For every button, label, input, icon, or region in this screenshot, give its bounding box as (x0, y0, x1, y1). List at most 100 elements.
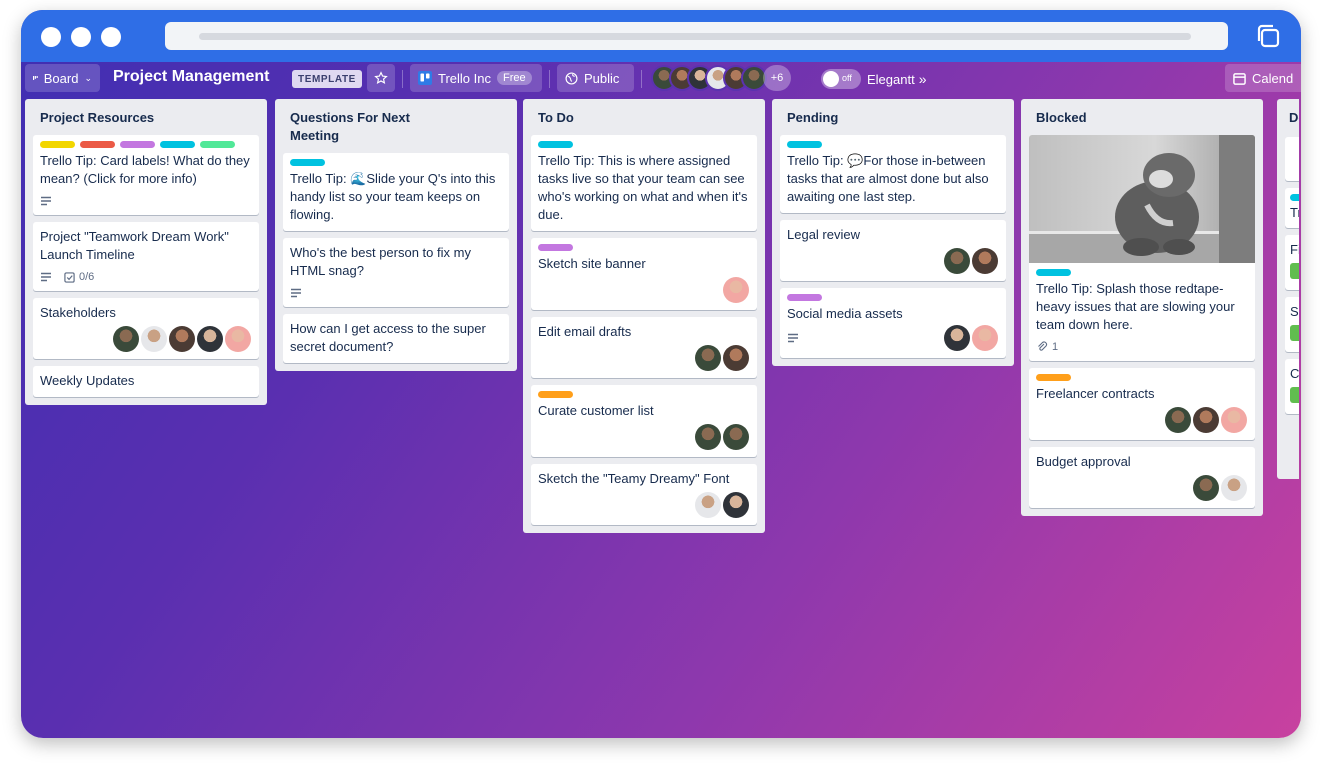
label-red[interactable] (80, 141, 115, 148)
card-legal-review[interactable]: Legal review (780, 220, 1006, 281)
card-secret-document[interactable]: How can I get access to the super secret… (283, 314, 509, 363)
member-avatar[interactable] (113, 326, 139, 352)
member-avatar[interactable] (723, 345, 749, 371)
card-edit-email-drafts[interactable]: Edit email drafts (531, 317, 757, 378)
card-html-snag[interactable]: Who's the best person to fix my HTML sna… (283, 238, 509, 307)
label-sky[interactable] (538, 141, 573, 148)
visibility-button[interactable]: Public (557, 64, 634, 92)
list-pending: Pending Trello Tip: 💬For those in-betwee… (772, 99, 1014, 366)
card-launch-timeline[interactable]: Project "Teamwork Dream Work" Launch Tim… (33, 222, 259, 291)
card-title: Trello Tip: Splash those redtape-heavy i… (1036, 281, 1235, 332)
calendar-icon (1233, 72, 1246, 85)
card-title: Trello Tip: 🌊Slide your Q's into this ha… (290, 171, 496, 222)
card-title: Social media assets (787, 306, 903, 321)
member-avatar[interactable] (1165, 407, 1191, 433)
checklist-count: 0/6 (79, 271, 95, 283)
card-members (1036, 407, 1247, 433)
member-avatar[interactable] (197, 326, 223, 352)
label-sky[interactable] (160, 141, 195, 148)
list-title[interactable]: Pending (780, 105, 1006, 135)
card-sketch-font[interactable]: Sketch the "Teamy Dreamy" Font (531, 464, 757, 525)
window-close-dot[interactable] (41, 27, 61, 47)
card-badges (290, 286, 501, 300)
description-icon (788, 333, 798, 343)
star-board-button[interactable] (367, 64, 395, 92)
card-clipped[interactable]: Tre For tea (1285, 188, 1299, 228)
calendar-button[interactable]: Calend (1225, 64, 1301, 92)
label-orange[interactable] (1036, 374, 1071, 381)
card-budget-approval[interactable]: Budget approval (1029, 447, 1255, 508)
card-sketch-site-banner[interactable]: Sketch site banner (531, 238, 757, 310)
card-clipped[interactable] (1285, 137, 1299, 181)
elegantt-toggle[interactable]: off (821, 69, 861, 89)
address-bar[interactable] (165, 22, 1228, 50)
label-sky[interactable] (290, 159, 325, 166)
list-title[interactable]: Questions For Next Meeting (283, 105, 423, 153)
member-avatar[interactable] (1193, 475, 1219, 501)
list-title[interactable]: Project Resources (33, 105, 259, 135)
card-title: Freelancer contracts (1036, 386, 1155, 401)
card-clipped[interactable]: Ca (1285, 359, 1299, 414)
window-minimize-dot[interactable] (71, 27, 91, 47)
paperclip-icon (1038, 341, 1048, 351)
member-avatar[interactable] (723, 424, 749, 450)
member-avatar[interactable] (972, 325, 998, 351)
label-sky[interactable] (1036, 269, 1071, 276)
member-avatar[interactable] (723, 492, 749, 518)
label-sky[interactable] (787, 141, 822, 148)
card-clipped[interactable]: Fin Dre (1285, 235, 1299, 290)
member-avatar[interactable] (972, 248, 998, 274)
member-avatar[interactable] (1221, 407, 1247, 433)
label-purple[interactable] (538, 244, 573, 251)
card-curate-customer-list[interactable]: Curate customer list (531, 385, 757, 457)
member-avatar[interactable] (695, 492, 721, 518)
label-purple[interactable] (120, 141, 155, 148)
card-labels (1036, 374, 1247, 381)
more-members-button[interactable]: +6 (763, 65, 791, 91)
card-social-media-assets[interactable]: Social media assets (780, 288, 1006, 358)
label-lime[interactable] (200, 141, 235, 148)
member-avatar[interactable] (225, 326, 251, 352)
card-freelancer-contracts[interactable]: Freelancer contracts (1029, 368, 1255, 440)
card-title: Legal review (787, 227, 860, 242)
member-avatar[interactable] (141, 326, 167, 352)
member-avatar[interactable] (169, 326, 195, 352)
card-weekly-updates[interactable]: Weekly Updates (33, 366, 259, 397)
member-avatar[interactable] (695, 345, 721, 371)
elegantt-powerup[interactable]: off Elegantt » (821, 66, 927, 92)
board-title[interactable]: Project Management (113, 68, 269, 86)
member-avatar[interactable] (1193, 407, 1219, 433)
tabs-icon[interactable] (1255, 23, 1281, 49)
label-purple[interactable] (787, 294, 822, 301)
card-badges: 0/6 (40, 270, 251, 284)
board-icon (33, 76, 38, 80)
label-orange[interactable] (538, 391, 573, 398)
member-avatar[interactable] (1221, 475, 1247, 501)
card-redtape-tip[interactable]: Trello Tip: Splash those redtape-heavy i… (1029, 135, 1255, 361)
card-clipped[interactable]: Sul (1285, 297, 1299, 352)
cat-photo-icon (1029, 135, 1255, 263)
card-card-labels-tip[interactable]: Trello Tip: Card labels! What do they me… (33, 135, 259, 215)
workspace-button[interactable]: Trello Inc Free (410, 64, 542, 92)
member-avatar[interactable] (695, 424, 721, 450)
card-assigned-tasks-tip[interactable]: Trello Tip: This is where assigned tasks… (531, 135, 757, 231)
card-in-between-tasks-tip[interactable]: Trello Tip: 💬For those in-between tasks … (780, 135, 1006, 213)
card-cover-image (1029, 135, 1255, 263)
card-stakeholders[interactable]: Stakeholders (33, 298, 259, 359)
board-view-switcher[interactable]: Board ⌄ (25, 64, 100, 92)
card-title: Stakeholders (40, 305, 116, 320)
list-done-clipped: Do Tre For tea Fin Dre Sul Ca (1277, 99, 1299, 479)
checklist-icon (64, 271, 75, 283)
browser-window: Board ⌄ Project Management TEMPLATE Trel… (21, 10, 1301, 738)
card-labels (787, 294, 998, 301)
member-avatar[interactable] (944, 248, 970, 274)
card-slide-your-qs-tip[interactable]: Trello Tip: 🌊Slide your Q's into this ha… (283, 153, 509, 231)
list-title[interactable]: Blocked (1029, 105, 1255, 135)
label-yellow[interactable] (40, 141, 75, 148)
window-maximize-dot[interactable] (101, 27, 121, 47)
list-title[interactable]: Do (1285, 105, 1299, 135)
member-avatar[interactable] (723, 277, 749, 303)
member-avatar[interactable] (944, 325, 970, 351)
list-title[interactable]: To Do (531, 105, 757, 135)
address-placeholder-bar (199, 33, 1191, 40)
